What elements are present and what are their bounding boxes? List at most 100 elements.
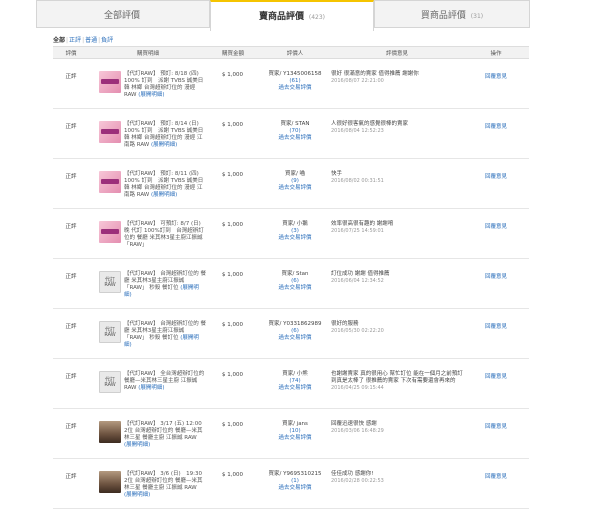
rating-type: 正評 [53,108,89,159]
reply-comment-link[interactable]: 回覆意見 [485,174,507,180]
tab-label: 賣商品評價 [258,12,304,22]
tab-all-ratings[interactable]: 全部評價 [36,0,210,28]
rating-comment: 很好 很滿意的賣家 值得推薦 謝謝你 2016/08/07 22:21:00 [331,58,463,109]
product-thumbnail[interactable]: 代訂 RAW [99,371,121,393]
reply-comment-link[interactable]: 回覆意見 [485,424,507,430]
tab-count: (31) [470,13,484,20]
row-actions: 回覆意見 [463,108,529,159]
past-ratings-link[interactable]: 過去交易評價 [259,435,331,442]
product-thumbnail[interactable] [99,421,121,443]
product-title[interactable]: 【代訂RAW】 可預訂: 8/7 (日) 晚 代訂 100%訂到 台灣超辦訂位的… [124,221,204,248]
header-actions: 操作 [463,46,529,59]
expand-detail-link[interactable]: (展開明細) [151,142,177,148]
expand-detail-link[interactable]: (展開明細) [124,442,150,448]
table-row: 正評 【代訂RAW】 預訂: 8/11 (四) 100% 訂到 派謝 TVBS … [53,158,529,209]
purchase-detail: 【代訂RAW】 3/17 (五) 12:00 2位 台灣超辦訂位的 餐廳—米其林… [89,408,207,459]
product-thumbnail[interactable]: 代訂 RAW [99,271,121,293]
past-ratings-link[interactable]: 過去交易評價 [259,185,331,192]
expand-detail-link[interactable]: (展開明細) [138,92,164,98]
purchase-amount: $ 1,000 [207,208,259,259]
comment-date: 2016/08/07 22:21:00 [331,78,384,84]
rater-score[interactable]: (70) [259,128,331,135]
past-ratings-link[interactable]: 過去交易評價 [259,85,331,92]
rater-name[interactable]: 買家/ Stan [259,271,331,278]
tab-label: 買商品評價 [420,11,466,21]
filter-neutral[interactable]: 普通 [85,37,97,44]
rater-name[interactable]: 買家/ Y0331862989 [259,321,331,328]
filter-all[interactable]: 全部 [53,37,65,44]
rater-score[interactable]: (9) [259,178,331,185]
purchase-amount: $ 1,000 [207,358,259,409]
product-thumbnail[interactable] [99,221,121,243]
purchase-amount: $ 1,000 [207,158,259,209]
header-amount: 購買金額 [207,46,259,59]
rater-name[interactable]: 買家/ jans [259,421,331,428]
rater-score[interactable]: (3) [259,228,331,235]
product-thumbnail[interactable]: 代訂 RAW [99,321,121,343]
rating-comment: 回覆迅速很快 感謝 2016/03/06 16:48:29 [331,408,463,459]
rater-info: 買家/ 小熊 (74) 過去交易評價 [259,358,331,409]
comment-text: 效率很高很有趣的 謝謝唷 [331,221,394,227]
row-actions: 回覆意見 [463,58,529,109]
header-rating: 評價 [53,46,89,59]
purchase-detail: 【代訂RAW】 預訂: 8/11 (四) 100% 訂到 派謝 TVBS 誠美日… [89,158,207,209]
rater-name[interactable]: 買家/ Y1345006158 [259,71,331,78]
rating-comment: 也謝謝賣家 真的很用心 幫忙訂位 能在一個月之前預訂到真是太棒了 很推薦的賣家 … [331,358,463,409]
past-ratings-link[interactable]: 過去交易評價 [259,385,331,392]
rater-score[interactable]: (1) [259,478,331,485]
rater-score[interactable]: (6) [259,278,331,285]
product-title[interactable]: 【代訂RAW】 3/6 (日) 19:30 2位 台灣超辦訂位的 餐廳—米其林三… [124,471,208,491]
rating-type: 正評 [53,458,89,509]
row-actions: 回覆意見 [463,158,529,209]
rater-score[interactable]: (74) [259,378,331,385]
rating-type: 正評 [53,208,89,259]
product-thumbnail[interactable] [99,121,121,143]
rater-info: 買家/ jans (10) 過去交易評價 [259,408,331,459]
reply-comment-link[interactable]: 回覆意見 [485,374,507,380]
purchase-amount: $ 1,000 [207,458,259,509]
past-ratings-link[interactable]: 過去交易評價 [259,335,331,342]
past-ratings-link[interactable]: 過去交易評價 [259,485,331,492]
past-ratings-link[interactable]: 過去交易評價 [259,235,331,242]
reply-comment-link[interactable]: 回覆意見 [485,274,507,280]
tab-seller-ratings[interactable]: 賣商品評價 (423) [210,0,374,31]
rater-name[interactable]: 買家/ Y9695310215 [259,471,331,478]
comment-text: 人很好很客氣的感覺很棒的賣家 [331,121,409,127]
rater-score[interactable]: (6) [259,328,331,335]
reply-comment-link[interactable]: 回覆意見 [485,74,507,80]
filter-positive[interactable]: 正評 [69,37,81,44]
past-ratings-link[interactable]: 過去交易評價 [259,285,331,292]
reply-comment-link[interactable]: 回覆意見 [485,324,507,330]
expand-detail-link[interactable]: (展開明細) [138,385,164,391]
product-thumbnail[interactable] [99,471,121,493]
comment-text: 訂位成功 謝謝 值得推薦 [331,271,390,277]
reply-comment-link[interactable]: 回覆意見 [485,474,507,480]
past-ratings-link[interactable]: 過去交易評價 [259,135,331,142]
product-thumbnail[interactable] [99,171,121,193]
product-title[interactable]: 【代訂RAW】 3/17 (五) 12:00 2位 台灣超辦訂位的 餐廳—米其林… [124,421,207,441]
rater-score[interactable]: (10) [259,428,331,435]
comment-text: 也謝謝賣家 真的很用心 幫忙訂位 能在一個月之前預訂到真是太棒了 很推薦的賣家 … [331,371,463,384]
rater-name[interactable]: 買家/ 喵 [259,171,331,178]
row-actions: 回覆意見 [463,458,529,509]
rating-comment: 很好的服務 2016/05/30 02:22:20 [331,308,463,359]
tab-buyer-ratings[interactable]: 買商品評價 (31) [374,0,530,28]
expand-detail-link[interactable]: (展開明細) [124,492,150,498]
rating-type: 正評 [53,358,89,409]
comment-text: 很好的服務 [331,321,359,327]
rater-score[interactable]: (61) [259,78,331,85]
comment-text: 佳佳成功 感謝你! [331,471,374,477]
table-row: 正評 【代訂RAW】 3/17 (五) 12:00 2位 台灣超辦訂位的 餐廳—… [53,408,529,459]
filter-negative[interactable]: 負評 [101,37,113,44]
rater-name[interactable]: 買家/ STAN [259,121,331,128]
table-row: 正評 代訂 RAW 【代訂RAW】 台灣超辦訂位的 餐廳 米其林3星主廚江振誠 … [53,308,529,359]
table-row: 正評 【代訂RAW】 預訂: 8/18 (四) 100% 訂到 派謝 TVBS … [53,58,529,109]
expand-detail-link[interactable]: (展開明細) [151,192,177,198]
ratings-table: 評價 購買明細 購買金額 評價人 評價意見 操作 正評 【代訂RAW】 預訂: … [53,46,529,509]
rater-name[interactable]: 買家/ 小鵝 [259,221,331,228]
reply-comment-link[interactable]: 回覆意見 [485,224,507,230]
reply-comment-link[interactable]: 回覆意見 [485,124,507,130]
rating-type: 正評 [53,258,89,309]
rater-name[interactable]: 買家/ 小熊 [259,371,331,378]
product-thumbnail[interactable] [99,71,121,93]
